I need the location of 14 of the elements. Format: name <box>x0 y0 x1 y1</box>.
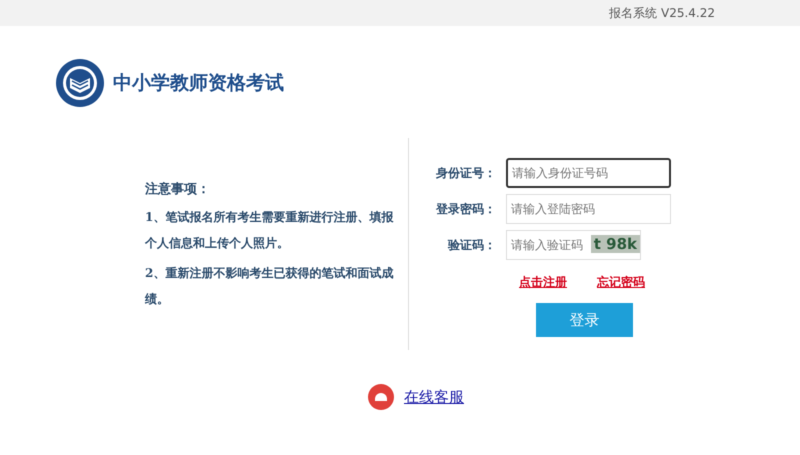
field-label: 验证码： <box>446 236 496 254</box>
version-label: 报名系统 V25.4.22 <box>609 4 715 22</box>
field-label: 身份证号： <box>435 164 496 182</box>
login-button[interactable]: 登录 <box>536 303 633 337</box>
input-field[interactable]: 请输入身份证号码 <box>506 158 671 188</box>
field-label: 登录密码： <box>434 200 496 218</box>
form-link[interactable]: 忘记密码 <box>597 274 645 291</box>
captcha-image[interactable]: t 98k <box>590 235 640 253</box>
notice-text: 1、笔试报名所有考生需要重新进行注册、填报个人信息和上传个人照片。 <box>145 209 394 252</box>
form-link[interactable]: 点击注册 <box>519 274 567 291</box>
notice-text: 2、重新注册不影响考生已获得的笔试和面试成绩。 <box>145 265 394 308</box>
site-title: 中小学教师资格考试 <box>113 71 284 96</box>
online-support-link[interactable]: 在线客服 <box>404 388 464 406</box>
notice-title: 注意事项： <box>145 180 211 198</box>
